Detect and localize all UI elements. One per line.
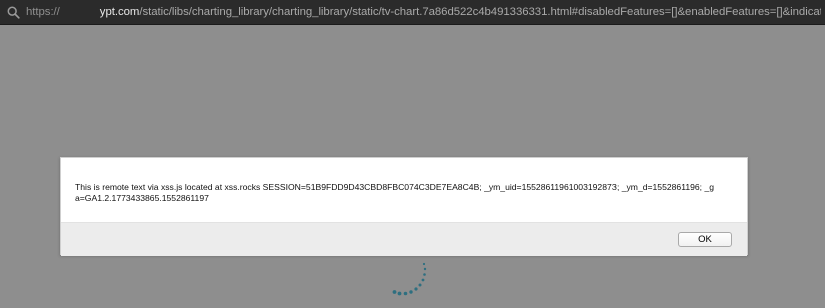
url-text[interactable]: https:// ypt.com/static/libs/charting_lib… — [26, 5, 821, 19]
url-path: /static/libs/charting_library/charting_l… — [139, 6, 821, 18]
ok-button[interactable]: OK — [678, 232, 732, 247]
dialog-footer: OK — [61, 222, 747, 256]
url-scheme: https:// — [26, 6, 60, 18]
address-bar[interactable]: https:// ypt.com/static/libs/charting_lib… — [0, 0, 825, 25]
loading-spinner-icon — [392, 262, 427, 296]
dialog-message: This is remote text via xss.js located a… — [75, 182, 715, 203]
search-icon — [7, 6, 20, 19]
dialog-content: This is remote text via xss.js located a… — [61, 158, 747, 222]
url-host: ypt.com — [99, 6, 140, 18]
alert-dialog: This is remote text via xss.js located a… — [60, 157, 748, 256]
